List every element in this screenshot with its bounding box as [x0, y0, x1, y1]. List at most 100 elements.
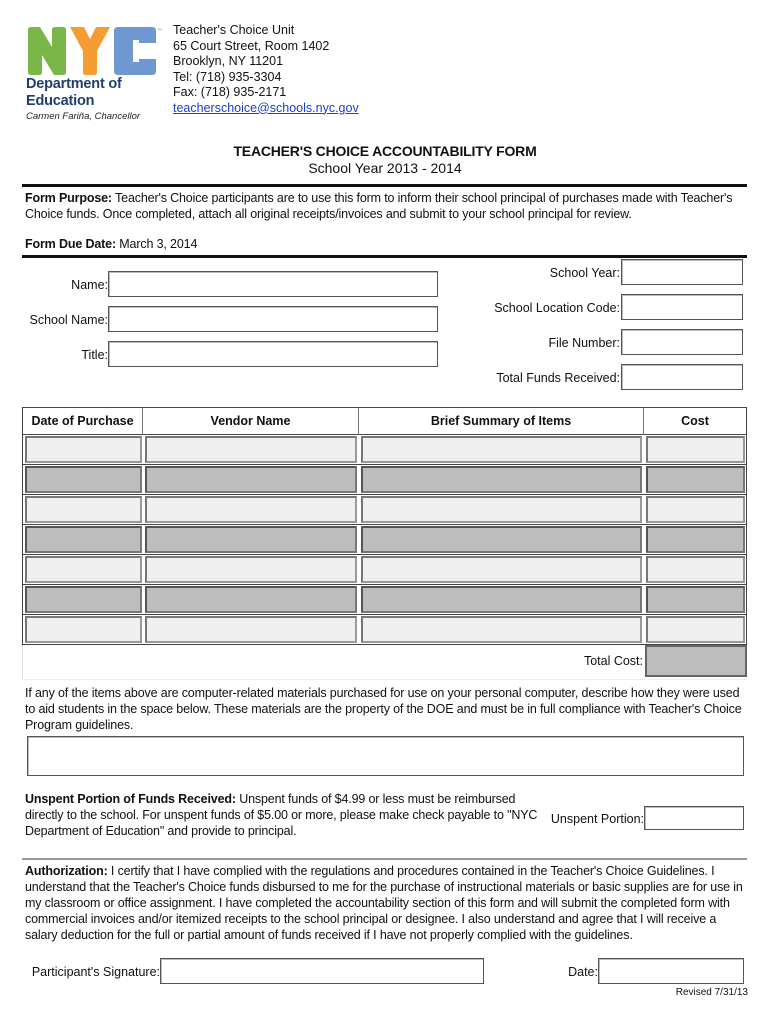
- brief-summary-input[interactable]: [363, 468, 640, 491]
- brief-summary-cell[interactable]: [361, 616, 642, 643]
- cost-input[interactable]: [648, 498, 743, 521]
- cost-input[interactable]: [648, 558, 743, 581]
- computer-materials-textarea[interactable]: [28, 737, 743, 775]
- contact-email-link[interactable]: teacherschoice@schools.nyc.gov: [173, 101, 359, 115]
- cost-cell[interactable]: [646, 496, 745, 523]
- unspent-portion-input[interactable]: [645, 807, 743, 829]
- brief-summary-cell[interactable]: [361, 526, 642, 553]
- table-row: [22, 435, 747, 465]
- signature-field[interactable]: [160, 958, 484, 984]
- date-input[interactable]: [599, 959, 743, 983]
- vendor-name-input[interactable]: [147, 468, 355, 491]
- cost-cell[interactable]: [646, 556, 745, 583]
- vendor-name-input[interactable]: [147, 618, 355, 641]
- total-cost-field[interactable]: [645, 645, 747, 677]
- school-location-code-input[interactable]: [622, 295, 742, 319]
- cost-cell[interactable]: [646, 436, 745, 463]
- total-cost-input[interactable]: [647, 647, 745, 675]
- date-of-purchase-input[interactable]: [27, 588, 140, 611]
- title-input[interactable]: [109, 342, 437, 366]
- date-field[interactable]: [598, 958, 744, 984]
- school-name-label: School Name:: [29, 313, 108, 327]
- cost-cell[interactable]: [646, 586, 745, 613]
- name-input[interactable]: [109, 272, 437, 296]
- cost-input[interactable]: [648, 528, 743, 551]
- unspent-funds-label: Unspent Portion of Funds Received:: [25, 792, 236, 806]
- name-field[interactable]: [108, 271, 438, 297]
- school-name-field[interactable]: [108, 306, 438, 332]
- cost-cell[interactable]: [646, 616, 745, 643]
- brief-summary-input[interactable]: [363, 558, 640, 581]
- chancellor-name: Carmen Fariña, Chancellor: [26, 111, 141, 122]
- vendor-name-input[interactable]: [147, 528, 355, 551]
- cost-input[interactable]: [648, 588, 743, 611]
- file-number-field[interactable]: [621, 329, 743, 355]
- brief-summary-cell[interactable]: [361, 466, 642, 493]
- computer-materials-field[interactable]: [27, 736, 744, 776]
- date-of-purchase-cell[interactable]: [25, 556, 142, 583]
- cost-input[interactable]: [648, 618, 743, 641]
- date-of-purchase-input[interactable]: [27, 438, 140, 461]
- vendor-name-cell[interactable]: [145, 496, 357, 523]
- brief-summary-cell[interactable]: [361, 436, 642, 463]
- total-cost-label: Total Cost:: [583, 654, 643, 668]
- date-of-purchase-input[interactable]: [27, 618, 140, 641]
- school-year-field[interactable]: [621, 259, 743, 285]
- vendor-name-cell[interactable]: [145, 436, 357, 463]
- date-of-purchase-input[interactable]: [27, 528, 140, 551]
- title-field[interactable]: [108, 341, 438, 367]
- name-label: Name:: [71, 278, 108, 292]
- vendor-name-input[interactable]: [147, 588, 355, 611]
- date-of-purchase-cell[interactable]: [25, 616, 142, 643]
- date-of-purchase-cell[interactable]: [25, 586, 142, 613]
- date-of-purchase-cell[interactable]: [25, 526, 142, 553]
- cost-input[interactable]: [648, 468, 743, 491]
- brief-summary-input[interactable]: [363, 528, 640, 551]
- table-row: [22, 615, 747, 645]
- brief-summary-cell[interactable]: [361, 496, 642, 523]
- date-of-purchase-cell[interactable]: [25, 466, 142, 493]
- date-of-purchase-cell[interactable]: [25, 496, 142, 523]
- vendor-name-input[interactable]: [147, 438, 355, 461]
- header-cost: Cost: [681, 414, 709, 428]
- header-brief-summary: Brief Summary of Items: [359, 408, 644, 435]
- signature-input[interactable]: [161, 959, 483, 983]
- date-of-purchase-input[interactable]: [27, 558, 140, 581]
- brief-summary-cell[interactable]: [361, 556, 642, 583]
- date-of-purchase-input[interactable]: [27, 468, 140, 491]
- school-location-code-field[interactable]: [621, 294, 743, 320]
- logo-letter-n: [28, 27, 66, 75]
- file-number-input[interactable]: [622, 330, 742, 354]
- total-funds-received-input[interactable]: [622, 365, 742, 389]
- vendor-name-cell[interactable]: [145, 556, 357, 583]
- cost-cell[interactable]: [646, 526, 745, 553]
- brief-summary-input[interactable]: [363, 588, 640, 611]
- vendor-name-cell[interactable]: [145, 616, 357, 643]
- vendor-name-cell[interactable]: [145, 466, 357, 493]
- unspent-portion-field[interactable]: [644, 806, 744, 830]
- cost-cell[interactable]: [646, 466, 745, 493]
- brief-summary-input[interactable]: [363, 618, 640, 641]
- department-line-2: Education: [26, 93, 95, 109]
- contact-unit: Teacher's Choice Unit: [173, 23, 295, 37]
- cost-input[interactable]: [648, 438, 743, 461]
- vendor-name-input[interactable]: [147, 498, 355, 521]
- school-year-input[interactable]: [622, 260, 742, 284]
- school-name-input[interactable]: [109, 307, 437, 331]
- authorization-statement: Authorization: I certify that I have com…: [25, 863, 750, 943]
- total-funds-received-field[interactable]: [621, 364, 743, 390]
- header-vendor-name: Vendor Name: [143, 408, 359, 435]
- table-total-row: Total Cost:: [22, 645, 747, 680]
- brief-summary-input[interactable]: [363, 438, 640, 461]
- contact-fax: Fax: (718) 935-2171: [173, 85, 287, 99]
- unspent-portion-label: Unspent Portion:: [550, 812, 644, 826]
- brief-summary-input[interactable]: [363, 498, 640, 521]
- header-date-of-purchase: Date of Purchase: [23, 408, 143, 435]
- vendor-name-cell[interactable]: [145, 586, 357, 613]
- vendor-name-cell[interactable]: [145, 526, 357, 553]
- brief-summary-cell[interactable]: [361, 586, 642, 613]
- date-of-purchase-input[interactable]: [27, 498, 140, 521]
- date-of-purchase-cell[interactable]: [25, 436, 142, 463]
- vendor-name-input[interactable]: [147, 558, 355, 581]
- form-due-label: Form Due Date:: [25, 237, 116, 251]
